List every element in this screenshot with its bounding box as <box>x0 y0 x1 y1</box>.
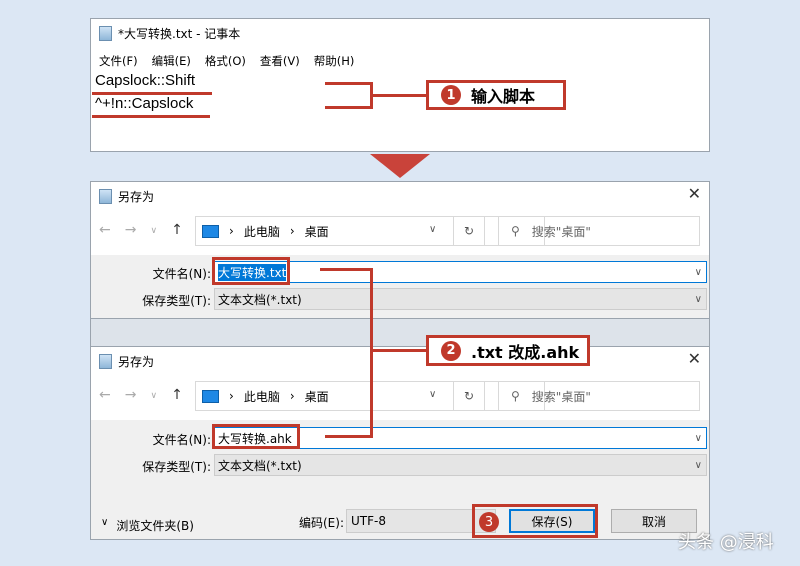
refresh-button[interactable]: ↻ <box>453 216 485 246</box>
breadcrumb-desktop[interactable]: 桌面 <box>305 388 329 405</box>
filename-label: 文件名(N): <box>152 267 211 281</box>
chevron-down-icon: ∨ <box>101 517 109 528</box>
annotation-3: 3 <box>472 504 598 538</box>
search-input[interactable]: ⚲ 搜索"桌面" <box>498 216 700 246</box>
menu-format[interactable]: 格式(O) <box>205 53 246 69</box>
address-bar[interactable]: › 此电脑 › 桌面 <box>195 216 545 246</box>
connector <box>370 349 428 352</box>
dialog-title: 另存为 <box>118 190 155 204</box>
step-number: 2 <box>441 340 461 361</box>
forward-icon[interactable]: → <box>125 222 137 238</box>
browse-folders-toggle[interactable]: ∨ 浏览文件夹(B) <box>101 517 194 534</box>
type-value: 文本文档(*.txt) <box>218 292 302 307</box>
menu-view[interactable]: 查看(V) <box>260 53 300 69</box>
search-icon: ⚲ <box>511 389 520 403</box>
step-number: 3 <box>479 512 499 532</box>
title-bar: 另存为 <box>99 353 154 370</box>
computer-icon <box>202 224 219 238</box>
refresh-button[interactable]: ↻ <box>453 381 485 411</box>
annotation-2: 2 .txt 改成.ahk <box>426 335 590 366</box>
watermark: 头条 @浸科 <box>678 532 774 553</box>
notepad-icon <box>99 354 112 369</box>
up-icon[interactable]: ↑ <box>171 222 183 238</box>
connector <box>320 268 373 271</box>
connector <box>325 82 373 85</box>
menu-help[interactable]: 帮助(H) <box>314 53 355 69</box>
back-icon[interactable]: ← <box>99 222 111 238</box>
connector <box>325 435 373 438</box>
annotation-text: 输入脚本 <box>471 87 536 106</box>
title-bar: 另存为 <box>99 188 154 205</box>
chevron-down-icon[interactable]: ∨ <box>429 224 436 235</box>
search-placeholder: 搜索"桌面" <box>531 224 591 239</box>
notepad-icon <box>99 26 112 41</box>
menu-file[interactable]: 文件(F) <box>99 53 138 69</box>
connector <box>325 106 373 109</box>
filename-label: 文件名(N): <box>152 433 211 447</box>
title-bar: *大写转换.txt - 记事本 <box>99 25 240 42</box>
notepad-icon <box>99 189 112 204</box>
back-icon[interactable]: ← <box>99 387 111 403</box>
chevron-down-icon[interactable]: ∨ <box>429 389 436 400</box>
menu-edit[interactable]: 编辑(E) <box>152 53 191 69</box>
step-number: 1 <box>441 85 461 105</box>
code-line-2[interactable]: ^+!n::Capslock <box>95 95 193 112</box>
close-icon[interactable]: ✕ <box>688 349 701 368</box>
up-icon[interactable]: ↑ <box>171 387 183 403</box>
save-dialog-1: 另存为 ✕ ← → ∨ ↑ › 此电脑 › 桌面 ∨ ↻ ⚲ 搜索"桌面" 文件名(N): 大… <box>90 181 710 347</box>
breadcrumb-this-pc[interactable]: 此电脑 <box>244 223 280 240</box>
chevron-down-icon: ∨ <box>694 293 702 305</box>
save-dialog-2: 另存为 ✕ ← → ∨ ↑ › 此电脑 › 桌面 ∨ ↻ ⚲ 搜索"桌面" 文件名(N): 大… <box>90 346 710 540</box>
chevron-down-icon: ∨ <box>694 459 702 471</box>
type-label: 保存类型(T): <box>142 460 211 474</box>
cancel-label: 取消 <box>641 514 666 529</box>
underline <box>92 92 212 95</box>
breadcrumb-desktop[interactable]: 桌面 <box>305 223 329 240</box>
breadcrumb-this-pc[interactable]: 此电脑 <box>244 388 280 405</box>
encoding-label: 编码(E): <box>299 516 344 530</box>
search-placeholder: 搜索"桌面" <box>531 389 591 404</box>
menu-bar: 文件(F) 编辑(E) 格式(O) 查看(V) 帮助(H) <box>99 53 354 69</box>
connector <box>370 268 373 438</box>
code-line-1[interactable]: Capslock::Shift <box>95 72 195 89</box>
browse-label: 浏览文件夹(B) <box>116 519 194 533</box>
nav-buttons: ← → ∨ ↑ <box>99 387 183 403</box>
search-icon: ⚲ <box>511 224 520 238</box>
type-label: 保存类型(T): <box>142 294 211 308</box>
dialog-title: 另存为 <box>118 355 155 369</box>
nav-buttons: ← → ∨ ↑ <box>99 222 183 238</box>
type-value: 文本文档(*.txt) <box>218 458 302 473</box>
highlight-box <box>212 424 300 449</box>
connector <box>370 94 428 97</box>
search-input[interactable]: ⚲ 搜索"桌面" <box>498 381 700 411</box>
type-select[interactable]: 文本文档(*.txt) ∨ <box>214 454 707 476</box>
chevron-down-icon[interactable]: ∨ <box>695 267 702 278</box>
forward-icon[interactable]: → <box>125 387 137 403</box>
annotation-text: .txt 改成.ahk <box>471 342 580 362</box>
computer-icon <box>202 389 219 403</box>
down-arrow-icon <box>370 154 430 178</box>
window-title: *大写转换.txt - 记事本 <box>118 27 241 41</box>
notepad-window: *大写转换.txt - 记事本 文件(F) 编辑(E) 格式(O) 查看(V) … <box>90 18 710 152</box>
close-icon[interactable]: ✕ <box>688 184 701 203</box>
encoding-value: UTF-8 <box>351 514 386 528</box>
underline <box>92 115 210 118</box>
chevron-down-icon[interactable]: ∨ <box>695 433 702 444</box>
type-select[interactable]: 文本文档(*.txt) ∨ <box>214 288 707 310</box>
chevron-down-icon[interactable]: ∨ <box>150 222 157 238</box>
highlight-box <box>212 257 290 285</box>
chevron-down-icon[interactable]: ∨ <box>150 387 157 403</box>
annotation-1: 1 输入脚本 <box>426 80 566 110</box>
